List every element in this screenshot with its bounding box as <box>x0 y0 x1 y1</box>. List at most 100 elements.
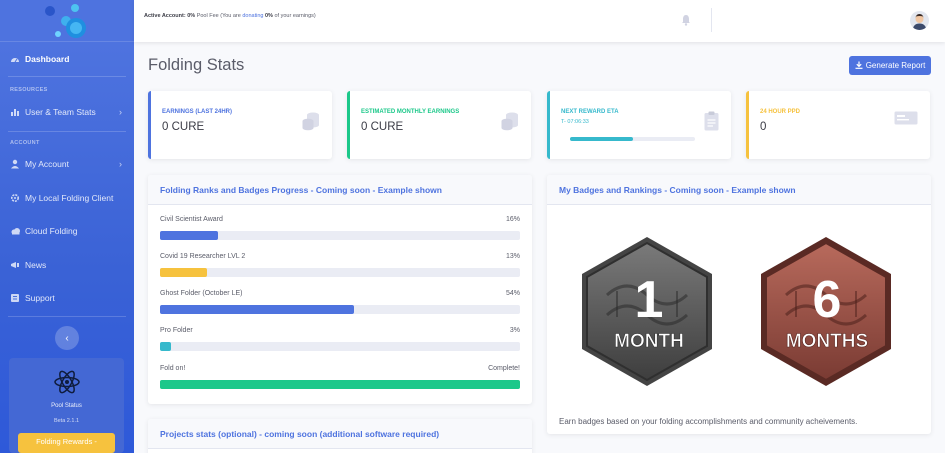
topbar-divider <box>711 8 712 32</box>
sidebar-item-user-team-stats[interactable]: User & Team Stats › <box>0 97 134 127</box>
page-title: Folding Stats <box>148 56 245 74</box>
panel-title: Folding Ranks and Badges Progress - Comi… <box>148 175 532 205</box>
rank-label: Pro Folder <box>160 327 193 334</box>
projects-panel: Projects stats (optional) - coming soon … <box>148 419 532 453</box>
rank-percent: 3% <box>509 327 520 334</box>
rank-percent: 13% <box>505 253 520 260</box>
stat-card-earnings-24h: EARNINGS (LAST 24HR) 0 CURE <box>148 91 332 159</box>
sidebar-item-label: Dashboard <box>25 54 70 64</box>
active-account-info: Active Account: 0% Pool Fee (You are don… <box>144 13 316 19</box>
topbar: Active Account: 0% Pool Fee (You are don… <box>134 0 945 42</box>
pool-fee-value: 0% <box>187 13 196 19</box>
avatar[interactable] <box>910 11 929 30</box>
stat-label: 24 HOUR PPD <box>760 109 801 115</box>
sidebar-item-label: Cloud Folding <box>25 226 78 236</box>
chevron-left-icon: ‹ <box>65 332 69 344</box>
rank-percent: 54% <box>505 290 520 297</box>
list-icon <box>10 293 20 303</box>
pool-fee-text: Pool Fee <box>196 13 219 19</box>
gear-icon <box>10 193 20 203</box>
bell-icon[interactable] <box>681 14 691 26</box>
rank-progress-fill <box>160 342 171 351</box>
panel-title: Projects stats (optional) - coming soon … <box>148 419 532 449</box>
panel-title: My Badges and Rankings - Coming soon - E… <box>547 175 931 205</box>
badge-six-months: 6 MONTHS <box>761 237 891 386</box>
pool-version: Beta 2.1.1 <box>53 418 80 424</box>
eta-progress-fill <box>570 137 633 141</box>
eta-countdown: T- 07:06:33 <box>561 119 589 125</box>
generate-report-label: Generate Report <box>865 61 926 70</box>
badge-one-number: 1 <box>635 271 664 329</box>
donating-prefix: (You are <box>220 13 241 19</box>
sidebar-item-label: Support <box>25 293 55 303</box>
donating-value: 0% <box>265 13 273 19</box>
megaphone-icon <box>10 260 20 270</box>
sidebar-item-dashboard[interactable]: Dashboard <box>0 44 134 74</box>
atom-icon <box>54 370 80 394</box>
generate-report-button[interactable]: Generate Report <box>849 56 931 75</box>
badges-display: 1 MONTH 6 MONTHS <box>582 237 891 386</box>
dashboard-icon <box>10 54 20 64</box>
brand-logo[interactable] <box>0 0 134 42</box>
stat-label: EARNINGS (LAST 24HR) <box>162 109 233 115</box>
badge-one-word: MONTH <box>614 331 684 352</box>
sidebar-divider <box>8 131 126 132</box>
sidebar-item-cloud-folding[interactable]: Cloud Folding <box>0 216 134 246</box>
stat-card-24h-ppd: 24 HOUR PPD 0 <box>746 91 930 159</box>
sidebar-item-local-client[interactable]: My Local Folding Client <box>0 183 134 213</box>
active-account-label: Active Account: <box>144 13 186 19</box>
stat-value: 0 CURE <box>361 121 404 133</box>
eta-progress-bar <box>570 137 695 141</box>
badge-six-word: MONTHS <box>786 331 868 352</box>
badge-six-number: 6 <box>813 271 842 329</box>
pool-status-card: Pool Status Beta 2.1.1 Folding Rewards - <box>9 358 124 453</box>
rank-percent: 16% <box>505 216 520 223</box>
donating-link[interactable]: donating <box>242 13 263 19</box>
sidebar-heading-resources: RESOURCES <box>10 87 48 93</box>
rank-label: Civil Scientist Award <box>160 216 223 223</box>
user-avatar-icon <box>912 14 927 30</box>
rank-label: Covid 19 Researcher LVL 2 <box>160 253 246 260</box>
chart-icon <box>10 107 20 117</box>
stat-card-monthly-earnings: ESTIMATED MONTHLY EARNINGS 0 CURE <box>347 91 531 159</box>
rank-progress-bar <box>160 380 520 389</box>
badges-note: Earn badges based on your folding accomp… <box>559 417 858 426</box>
stat-value: 0 CURE <box>162 121 205 133</box>
rank-progress-fill <box>160 231 218 240</box>
logo-icon <box>45 4 86 38</box>
card-accent <box>547 91 550 159</box>
pool-status-title: Pool Status <box>51 403 82 409</box>
card-icon <box>894 111 918 125</box>
sidebar-item-support[interactable]: Support <box>0 283 134 313</box>
clipboard-icon <box>704 111 719 131</box>
badges-panel: My Badges and Rankings - Coming soon - E… <box>547 175 931 434</box>
card-accent <box>148 91 151 159</box>
ranks-progress-panel: Folding Ranks and Badges Progress - Comi… <box>148 175 532 404</box>
rank-progress-bar <box>160 342 520 351</box>
donating-suffix: of your earnings) <box>274 13 316 19</box>
sidebar-item-label: User & Team Stats <box>25 107 96 117</box>
rank-label: Ghost Folder (October LE) <box>160 290 243 297</box>
sidebar-divider <box>8 76 126 77</box>
sidebar-toggle-button[interactable]: ‹ <box>55 326 79 350</box>
sidebar-item-my-account[interactable]: My Account › <box>0 149 134 179</box>
badge-one-month: 1 MONTH <box>582 237 712 386</box>
sidebar-item-label: My Local Folding Client <box>25 193 114 203</box>
user-icon <box>10 159 20 169</box>
sidebar-item-news[interactable]: News <box>0 250 134 280</box>
cloud-icon <box>10 226 20 236</box>
stat-value: 0 <box>760 121 767 133</box>
rank-progress-bar <box>160 268 520 277</box>
stat-label: ESTIMATED MONTHLY EARNINGS <box>361 109 460 115</box>
stat-card-next-reward-eta: NEXT REWARD ETA T- 07:06:33 <box>547 91 731 159</box>
folding-rewards-button[interactable]: Folding Rewards - <box>18 433 115 453</box>
rank-progress-bar <box>160 231 520 240</box>
stat-label: NEXT REWARD ETA <box>561 109 619 115</box>
chevron-right-icon: › <box>119 159 122 169</box>
card-accent <box>347 91 350 159</box>
download-icon <box>855 61 863 71</box>
sidebar-item-label: My Account <box>25 159 69 169</box>
rank-progress-bar <box>160 305 520 314</box>
chevron-right-icon: › <box>119 107 122 117</box>
coins-icon <box>501 112 518 131</box>
